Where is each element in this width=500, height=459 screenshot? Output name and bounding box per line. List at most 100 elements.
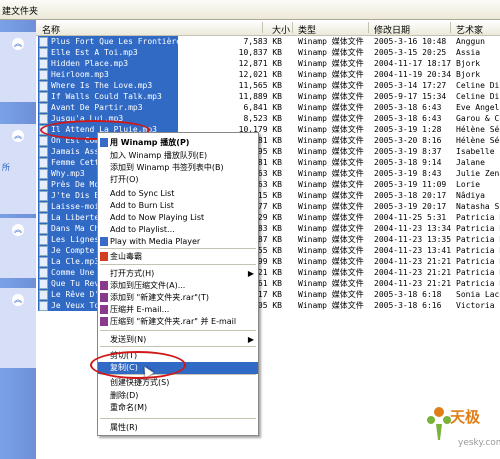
menu-item[interactable]: Add to Now Playing List [98, 212, 258, 224]
file-type: Winamp 媒体文件 [298, 147, 364, 156]
audio-file-icon [39, 279, 48, 289]
menu-item[interactable]: 添加到 Winamp 书签列表中(B) [98, 162, 258, 174]
menu-item[interactable]: 重命名(M) [98, 402, 258, 414]
menu-item[interactable]: Add to Burn List [98, 200, 258, 212]
file-type: Winamp 媒体文件 [298, 169, 364, 178]
file-type: Winamp 媒体文件 [298, 136, 364, 145]
file-artist: Celine Dior [456, 92, 500, 101]
file-date: 2005-3-15 20:25 [374, 48, 447, 57]
file-artist: Sonia Lacen [456, 290, 500, 299]
audio-file-icon [39, 70, 48, 80]
column-artist[interactable]: 艺术家 [456, 23, 483, 36]
menu-item-label: Add to Burn List [110, 201, 174, 210]
menu-item[interactable]: 压缩到 "新建文件夹.rar" 并 E-mail [98, 316, 258, 328]
media-player-icon [100, 237, 108, 246]
file-date: 2005-3-19 20:17 [374, 202, 447, 211]
winrar-icon [100, 293, 108, 302]
menu-item[interactable]: Play with Media Player [98, 236, 258, 248]
file-size: 11,565 KB [238, 81, 282, 90]
file-name[interactable]: Hidden Place.mp3 [38, 58, 178, 69]
menu-item-label: Add to Playlist... [110, 225, 175, 234]
file-name[interactable]: Plus Fort Que Les Frontières.mp3 [38, 36, 178, 47]
menu-item-label: 加入 Winamp 播放队列(E) [110, 151, 208, 160]
file-artist: Hélène Ség [456, 125, 500, 134]
file-artist: Hélène Ség [456, 136, 500, 145]
annotation-circle [90, 351, 186, 379]
file-type: Winamp 媒体文件 [298, 213, 364, 222]
column-size[interactable]: 大小 [272, 23, 290, 36]
file-name[interactable]: Heirloom.mp3 [38, 69, 178, 80]
audio-file-icon [39, 37, 48, 47]
audio-file-icon [39, 114, 48, 124]
audio-file-icon [39, 158, 48, 168]
menu-item-label: 发送到(N) [110, 335, 147, 344]
file-artist: Nâdiya [456, 191, 485, 200]
file-name[interactable]: Avant De Partir.mp3 [38, 102, 178, 113]
file-row[interactable]: If Walls Could Talk.mp3 11,889 KB Winamp 媒… [36, 91, 500, 102]
menu-item[interactable]: 压缩并 E-mail... [98, 304, 258, 316]
menu-item-label: 删除(D) [110, 391, 139, 400]
menu-item[interactable]: 打开方式(H) ▶ [98, 268, 258, 280]
file-type: Winamp 媒体文件 [298, 235, 364, 244]
file-row[interactable]: Hidden Place.mp3 12,871 KB Winamp 媒体文件 2004… [36, 58, 500, 69]
file-name[interactable]: Where Is The Love.mp3 [38, 80, 178, 91]
file-row[interactable]: Where Is The Love.mp3 11,565 KB Winamp 媒体文… [36, 80, 500, 91]
menu-separator [100, 248, 256, 249]
task-pane-label: 所 [2, 163, 10, 172]
watermark-url: yesky.com [458, 438, 500, 448]
collapse-icon[interactable]: ︽ [12, 294, 24, 306]
file-date: 2005-3-14 17:27 [374, 81, 447, 90]
menu-item[interactable]: 用 Winamp 播放(P) [98, 137, 258, 149]
file-artist: Bjork [456, 59, 481, 68]
task-pane: ︽ ︽ 所 ︽ ︽ [0, 20, 36, 459]
menu-item[interactable]: 加入 Winamp 播放队列(E) [98, 150, 258, 162]
file-date: 2005-3-18 9:14 [374, 158, 442, 167]
file-date: 2005-3-18 6:18 [374, 290, 442, 299]
audio-file-icon [39, 246, 48, 256]
column-modified[interactable]: 修改日期 [374, 23, 410, 36]
submenu-arrow-icon: ▶ [247, 335, 254, 344]
file-size: 10,837 KB [238, 48, 282, 57]
menu-item-label: 用 Winamp 播放(P) [110, 138, 190, 147]
menu-item[interactable]: 打开(O) [98, 174, 258, 186]
file-size: 12,021 KB [238, 70, 282, 79]
file-artist: Patricia Ka [456, 268, 500, 277]
file-date: 2004-11-23 13:41 [374, 246, 452, 255]
window-titlebar: 建文件夹 [0, 0, 500, 20]
file-row[interactable]: Heirloom.mp3 12,021 KB Winamp 媒体文件 2004-11-… [36, 69, 500, 80]
menu-item[interactable]: 创建快捷方式(S) [98, 377, 258, 389]
menu-item[interactable]: 属性(R) [98, 422, 258, 434]
column-type[interactable]: 类型 [298, 23, 316, 36]
menu-item-label: 打开(O) [110, 175, 139, 184]
audio-file-icon [39, 169, 48, 179]
audio-file-icon [39, 213, 48, 223]
file-row[interactable]: Plus Fort Que Les Frontières.mp3 7,583 KB… [36, 36, 500, 47]
menu-item[interactable]: Add to Sync List [98, 188, 258, 200]
menu-item[interactable]: 添加到 "新建文件夹.rar"(T) [98, 292, 258, 304]
file-date: 2005-3-18 6:43 [374, 103, 442, 112]
file-date: 2005-3-18 6:16 [374, 301, 442, 310]
watermark: 天极 yesky.com [424, 398, 500, 454]
file-artist: Julie Zenat [456, 169, 500, 178]
menu-item[interactable]: 添加到压缩文件(A)... [98, 280, 258, 292]
menu-item[interactable]: 删除(D) [98, 390, 258, 402]
menu-item[interactable]: 金山毒霸 [98, 251, 258, 263]
file-row[interactable]: Avant De Partir.mp3 6,841 KB Winamp 媒体文件 20… [36, 102, 500, 113]
file-name[interactable]: Elle Est A Toi.mp3 [38, 47, 178, 58]
file-type: Winamp 媒体文件 [298, 224, 364, 233]
collapse-icon[interactable]: ︽ [12, 38, 24, 50]
collapse-icon[interactable]: ︽ [12, 130, 24, 142]
winrar-icon [100, 281, 108, 290]
file-artist: Celine Dior [456, 81, 500, 90]
audio-file-icon [39, 202, 48, 212]
file-date: 2005-3-19 1:28 [374, 125, 442, 134]
file-name[interactable]: If Walls Could Talk.mp3 [38, 91, 178, 102]
menu-item[interactable]: Add to Playlist... [98, 224, 258, 236]
file-row[interactable]: Elle Est A Toi.mp3 10,837 KB Winamp 媒体文件 20… [36, 47, 500, 58]
menu-item-label: 压缩到 "新建文件夹.rar" 并 E-mail [110, 317, 237, 326]
file-artist: Natasha St. [456, 202, 500, 211]
file-type: Winamp 媒体文件 [298, 81, 364, 90]
collapse-icon[interactable]: ︽ [12, 224, 24, 236]
column-name[interactable]: 名称 [42, 23, 60, 36]
menu-item[interactable]: 发送到(N) ▶ [98, 334, 258, 346]
